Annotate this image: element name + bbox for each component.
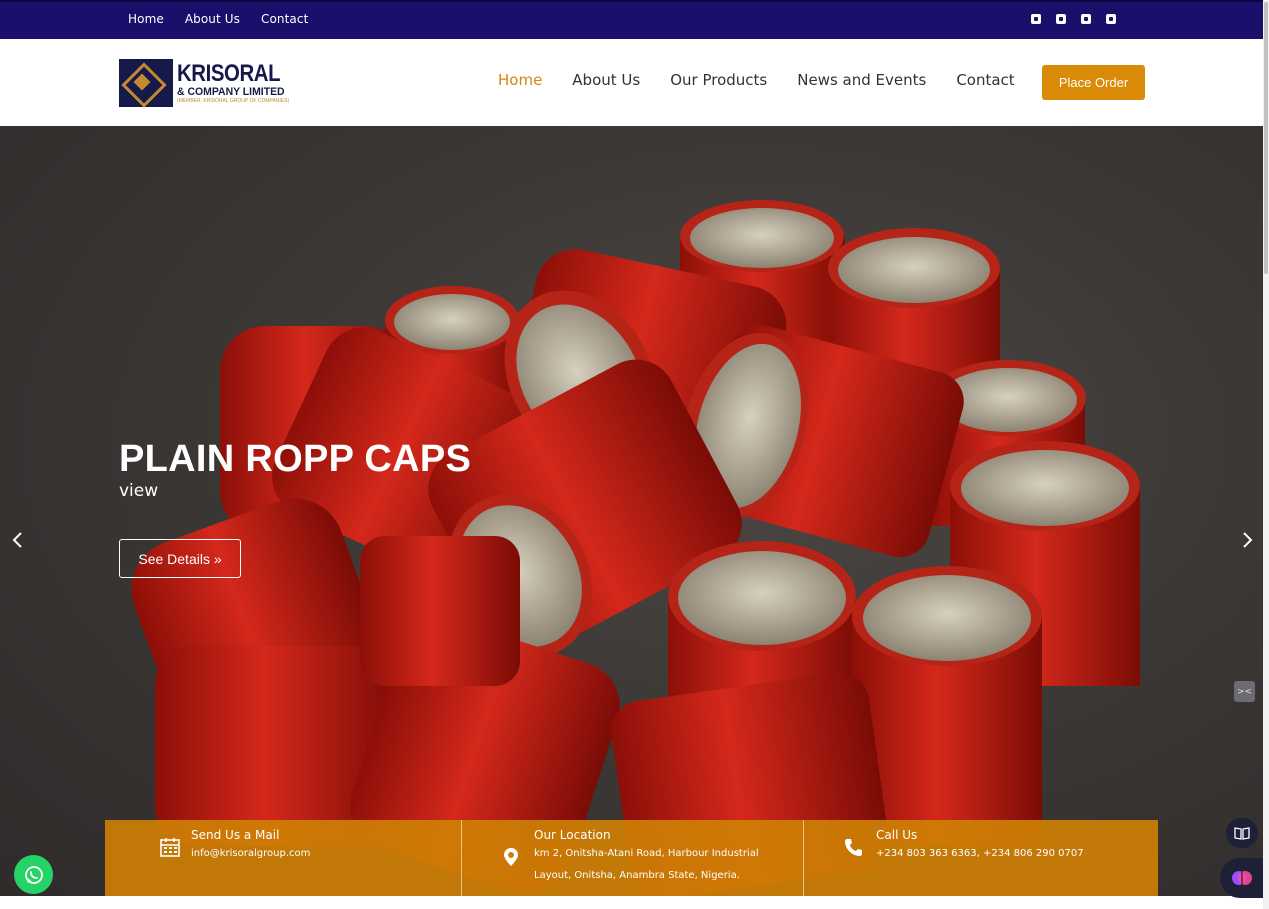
book-icon[interactable] [1226, 818, 1258, 848]
logo-line2: & COMPANY LIMITED [177, 85, 285, 98]
location-line1: km 2, Onitsha-Atani Road, Harbour Indust… [534, 848, 759, 859]
linkedin-icon[interactable] [1081, 14, 1091, 24]
logo-mark-icon [119, 59, 173, 107]
hero-subtitle: view [119, 481, 159, 501]
call-title: Call Us [876, 828, 918, 842]
main-header: KRISORAL & COMPANY LIMITED (MEMBER, KRIS… [0, 39, 1263, 126]
nav-home[interactable]: Home [498, 71, 542, 89]
place-order-button[interactable]: Place Order [1042, 65, 1145, 100]
book-glyph-icon [1234, 827, 1250, 840]
whatsapp-icon[interactable] [14, 855, 53, 894]
logo-text: KRISORAL & COMPANY LIMITED (MEMBER, KRIS… [177, 59, 298, 107]
twitter-icon[interactable] [1056, 14, 1066, 24]
top-bar: Home About Us Contact [0, 0, 1263, 39]
nav-contact[interactable]: Contact [956, 71, 1014, 89]
hero-title: PLAIN ROPP CAPS [119, 438, 472, 480]
contact-info-strip: Send Us a Mail info@krisoralgroup.com Ou… [105, 820, 1158, 896]
social-icons [1031, 14, 1116, 24]
info-call: Call Us +234 803 363 6363, +234 806 290 … [803, 820, 1158, 896]
whatsapp-glyph-icon [24, 865, 43, 884]
hero-slider: PLAIN ROPP CAPS view See Details » [0, 126, 1263, 909]
top-link-home[interactable]: Home [128, 12, 164, 26]
top-link-about[interactable]: About Us [185, 12, 240, 26]
nav-news-and-events[interactable]: News and Events [797, 71, 926, 89]
page-scrollbar[interactable] [1263, 0, 1269, 909]
map-pin-icon [504, 848, 518, 866]
info-mail: Send Us a Mail info@krisoralgroup.com [105, 820, 461, 896]
calendar-icon [160, 838, 180, 857]
logo-line1: KRISORAL [177, 59, 281, 87]
nav-about-us[interactable]: About Us [572, 71, 640, 89]
info-location: Our Location km 2, Onitsha-Atani Road, H… [461, 820, 803, 896]
nav-our-products[interactable]: Our Products [670, 71, 767, 89]
top-link-contact[interactable]: Contact [261, 12, 308, 26]
collapse-widget-icon[interactable]: >< [1234, 681, 1255, 702]
chevron-right-icon[interactable] [1237, 530, 1257, 550]
instagram-icon[interactable] [1106, 14, 1116, 24]
scrollbar-thumb[interactable] [1264, 2, 1268, 274]
logo[interactable]: KRISORAL & COMPANY LIMITED (MEMBER, KRIS… [119, 59, 299, 107]
brain-glyph-icon [1231, 871, 1252, 885]
mail-address[interactable]: info@krisoralgroup.com [191, 843, 310, 865]
main-nav: Home About Us Our Products News and Even… [498, 71, 1045, 89]
logo-line3: (MEMBER, KRISORAL GROUP OF COMPANIES) [177, 97, 290, 104]
facebook-icon[interactable] [1031, 14, 1041, 24]
mail-title: Send Us a Mail [191, 828, 280, 842]
hero-image [131, 200, 1140, 900]
see-details-button[interactable]: See Details » [119, 539, 241, 578]
top-links: Home About Us Contact [128, 12, 329, 26]
brain-icon[interactable] [1220, 858, 1263, 898]
location-line2: Layout, Onitsha, Anambra State, Nigeria. [534, 870, 740, 881]
page-bottom [0, 896, 1263, 909]
location-title: Our Location [534, 828, 611, 842]
page: Home About Us Contact KRISORAL & COMPANY… [0, 0, 1269, 909]
phone-icon [845, 839, 862, 856]
call-numbers[interactable]: +234 803 363 6363, +234 806 290 0707 [876, 843, 1084, 865]
chevron-left-icon[interactable] [8, 530, 28, 550]
